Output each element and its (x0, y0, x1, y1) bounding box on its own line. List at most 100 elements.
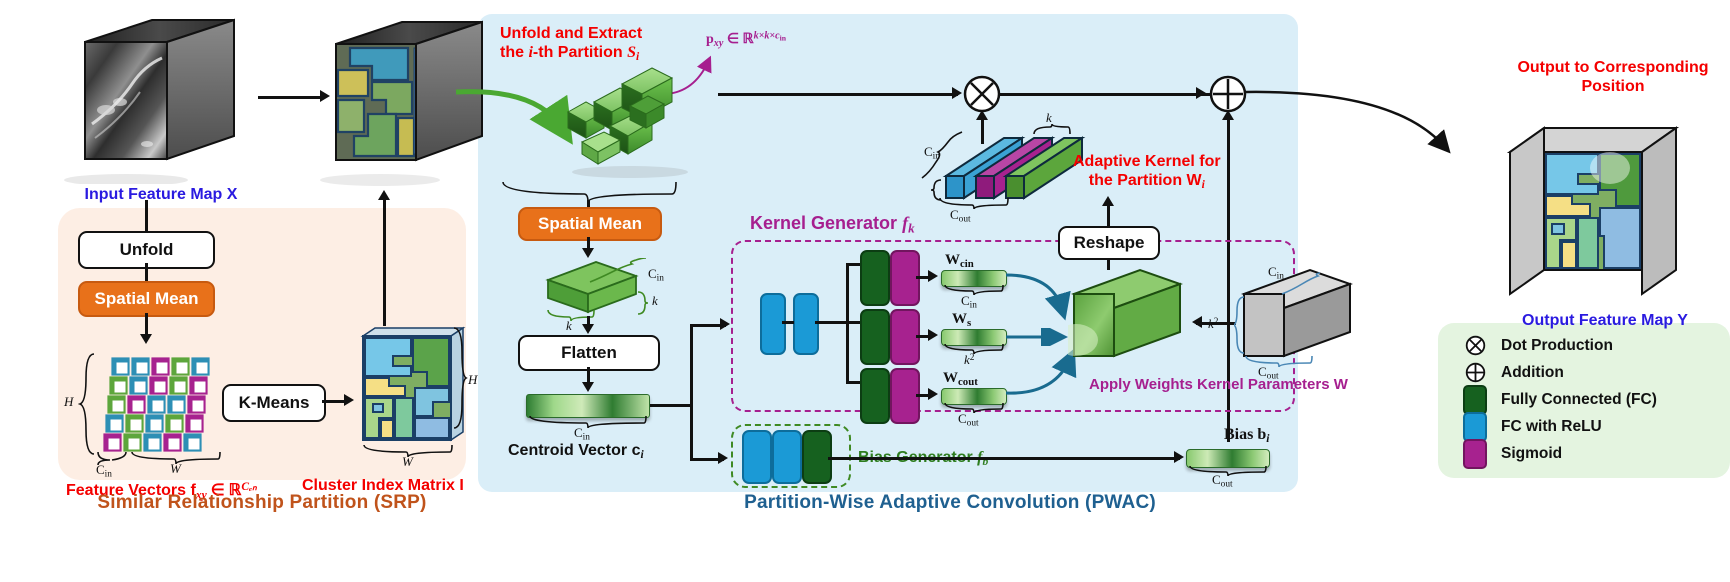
brace-Cin-params (1281, 272, 1321, 295)
srp-section-title: Similar Relationship Partition (SRP) (97, 492, 427, 513)
dim-k2-params: k2 (1208, 316, 1219, 331)
kernel-generator-title: Kernel Generator fk (750, 213, 915, 236)
dim-H-cluster: H (468, 372, 478, 387)
partition-voxel-shape (566, 67, 688, 178)
dim-Cout-bias: Cout (1212, 472, 1233, 490)
line-fcrelu1-to-fcrelu2 (782, 321, 794, 324)
brace-H-cluster (453, 327, 468, 429)
legend-label-fc-relu: FC with ReLU (1501, 417, 1602, 435)
spatial-mean-box-pwac[interactable]: Spatial Mean (518, 207, 662, 241)
reshape-box[interactable]: Reshape (1058, 226, 1160, 260)
arrow-params-to-cube-head (1192, 316, 1202, 328)
arrow-ws-to-cube (1006, 328, 1068, 346)
input-feature-map-cube (64, 18, 235, 184)
bias-fc-relu-2 (772, 430, 802, 484)
arrow-input-to-partition-line (258, 96, 322, 99)
legend-item-addition: Addition (1460, 359, 1657, 386)
dot-production-legend-icon (1460, 335, 1490, 356)
arrow-centroid-to-fcrelu-head (720, 318, 730, 330)
dot-production-icon (963, 75, 1001, 113)
output-feature-map-label: Output Feature Map Y (1522, 312, 1688, 329)
spatial-mean-box-srp[interactable]: Spatial Mean (78, 281, 215, 317)
line-fcrelu-out (815, 321, 849, 324)
fc-block-cout (860, 368, 890, 424)
diagram-canvas: Input Feature Map X Unfold Spatial Mean … (0, 0, 1730, 582)
dim-Cin-tensor: Cin (648, 266, 664, 284)
bias-label: Bias bi (1224, 426, 1270, 446)
kmeans-box[interactable]: K-Means (222, 384, 326, 422)
brace-Cout-adaptive-kernel (939, 198, 1009, 210)
w-cin-label: Wcin (945, 252, 974, 271)
reshape-label: Reshape (1073, 233, 1145, 252)
arrow-spatialmean-to-tensor-head (582, 248, 594, 258)
brace-Cin-tensor (589, 258, 647, 283)
dim-Cout-wcout: Cout (958, 411, 979, 429)
dim-Cin-params: Cin (1268, 264, 1284, 282)
arrow-cluster-to-partition-head (378, 190, 390, 200)
centroid-vector-label: Centroid Vector ci (508, 442, 644, 462)
input-feature-map-label: Input Feature Map X (84, 186, 238, 203)
dim-k2-ws: k2 (964, 352, 975, 367)
brace-k2-params (1234, 296, 1245, 354)
fc-relu-legend-chip (1460, 411, 1490, 442)
spatial-mean-label-srp: Spatial Mean (94, 289, 199, 308)
brace-partition-bottom (502, 182, 677, 203)
arrow-to-addition-head (1196, 87, 1206, 99)
centroid-vector-bar (526, 394, 650, 418)
brace-H-feature-vectors (78, 353, 95, 455)
generated-weight-cube (1068, 268, 1183, 358)
arrow-tensor-to-flatten-head (582, 324, 594, 334)
legend-item-dot-production: Dot Production (1460, 332, 1657, 359)
line-centroid-branch-h (650, 404, 692, 407)
arrow-spatialmean-to-vectors-head (140, 334, 152, 344)
brace-k-right-tensor (637, 291, 648, 315)
arrow-sigmoid-to-wcin-head (928, 270, 938, 282)
dim-W-cluster: W (402, 454, 413, 469)
legend-label-addition: Addition (1501, 363, 1564, 381)
dim-Cin-centroid: Cin (574, 425, 590, 443)
pxy-annotation: pxy ∈ ℝk×k×cin (706, 30, 787, 49)
kmeans-label: K-Means (238, 393, 310, 412)
dim-Cin-adaptive-kernel: Cin (924, 144, 940, 162)
fully-connected-legend-chip (1460, 384, 1490, 415)
line-dotproduct-to-addition (1000, 93, 1222, 96)
output-corresponding-annotation: Output to Corresponding Position (1517, 59, 1709, 95)
flatten-label: Flatten (561, 343, 617, 362)
arrow-reshape-to-kernel-head (1102, 196, 1114, 206)
flatten-box[interactable]: Flatten (518, 335, 660, 371)
legend-label-dot-production: Dot Production (1501, 336, 1613, 354)
arrow-sigmoid-to-ws-head (928, 329, 938, 341)
legend-label-sigmoid: Sigmoid (1501, 444, 1563, 462)
addition-icon (1209, 75, 1247, 113)
arrow-output-curve (1245, 90, 1451, 154)
dim-Cin-left: Cin (96, 462, 112, 480)
line-unfold-to-spatialmean (145, 263, 148, 283)
legend-item-fully-connected: Fully Connected (FC) (1460, 384, 1657, 415)
brace-Cout-params (1245, 356, 1313, 368)
spatial-mean-label-pwac: Spatial Mean (538, 214, 642, 233)
line-centroid-branch-v (690, 324, 693, 460)
arrow-to-dotproduct-head (952, 87, 962, 99)
legend-label-fully-connected: Fully Connected (FC) (1501, 390, 1657, 408)
w-s-label: Ws (952, 311, 972, 330)
dim-k-adaptive-kernel: k (1046, 110, 1052, 125)
line-partition-to-dotproduct (718, 93, 958, 96)
fc-block-s (860, 309, 890, 365)
output-feature-map-cube (1506, 126, 1680, 296)
apply-weights-label: Apply Weights (1089, 376, 1193, 393)
arrow-cluster-to-partition-line (383, 200, 386, 326)
dim-k-bottom-tensor: k (566, 318, 572, 333)
line-input-to-unfold (145, 200, 148, 232)
arrow-biasgen-to-biasbar-head (1174, 451, 1184, 463)
legend-item-sigmoid: Sigmoid (1460, 438, 1657, 469)
dim-Cout-adaptive-kernel: Cout (950, 207, 971, 225)
w-cout-label: Wcout (943, 370, 978, 389)
dim-W-left: W (170, 461, 181, 476)
feature-vectors-cube-grid (103, 357, 210, 452)
addition-legend-icon (1460, 362, 1490, 383)
sigmoid-legend-chip (1460, 438, 1490, 469)
dim-k-right-tensor: k (652, 293, 658, 308)
dim-H-left: H (64, 394, 74, 409)
arrow-bias-to-addition-head (1222, 110, 1234, 120)
legend-list: Dot Production Addition Fully Connected … (1460, 332, 1657, 469)
